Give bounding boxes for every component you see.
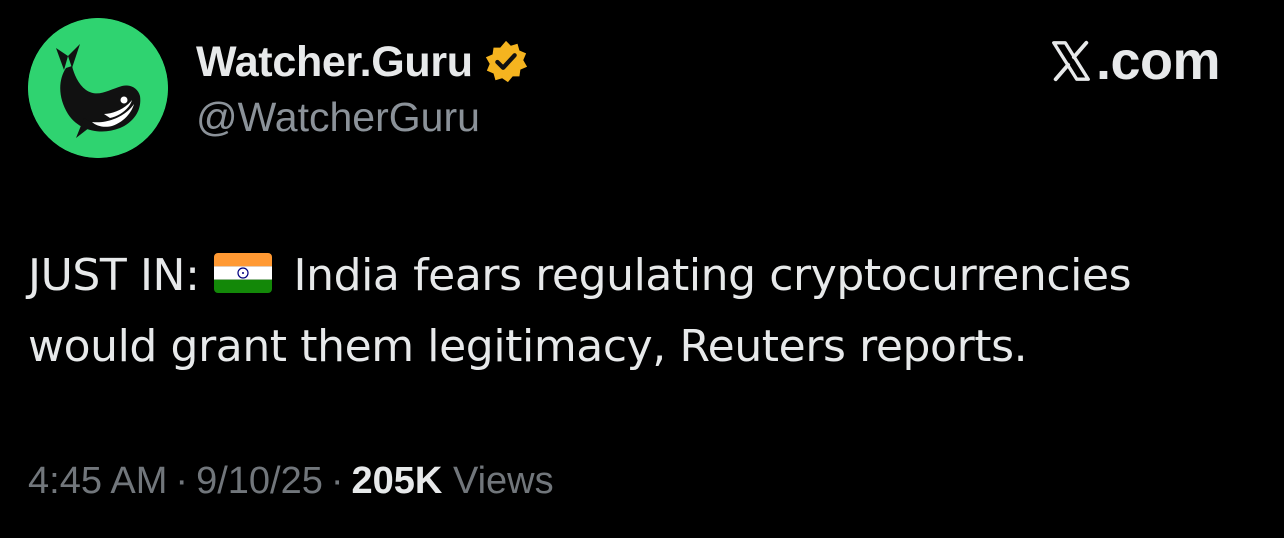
tweet-line-1: JUST IN: India fears regulating cryptocu… xyxy=(28,240,1268,311)
platform-label: .com xyxy=(1095,31,1221,91)
x-logo-icon xyxy=(1048,38,1094,84)
verified-badge-icon xyxy=(483,39,529,85)
tweet-time[interactable]: 4:45 AM xyxy=(28,460,167,502)
whale-logo-icon xyxy=(28,18,168,158)
india-flag-icon xyxy=(213,253,272,293)
separator: · xyxy=(330,460,344,502)
name-row: Watcher.Guru xyxy=(196,34,529,90)
tweet-text: JUST IN: India fears regulating cryptocu… xyxy=(28,240,1268,382)
tweet-date[interactable]: 9/10/25 xyxy=(196,460,323,502)
display-name[interactable]: Watcher.Guru xyxy=(196,38,473,87)
tweet-line-1-text: India fears regulating cryptocurrencies xyxy=(293,250,1132,301)
platform-brand: .com xyxy=(1048,30,1221,92)
separator: · xyxy=(175,460,189,502)
tweet-meta: 4:45 AM · 9/10/25 · 205K Views xyxy=(28,460,554,503)
tweet-prefix: JUST IN: xyxy=(28,250,200,301)
views-label: Views xyxy=(452,460,554,502)
account-handle[interactable]: @WatcherGuru xyxy=(196,94,480,141)
views-count[interactable]: 205K xyxy=(352,460,443,502)
avatar[interactable] xyxy=(28,18,168,158)
tweet-line-2: would grant them legitimacy, Reuters rep… xyxy=(28,321,1028,372)
